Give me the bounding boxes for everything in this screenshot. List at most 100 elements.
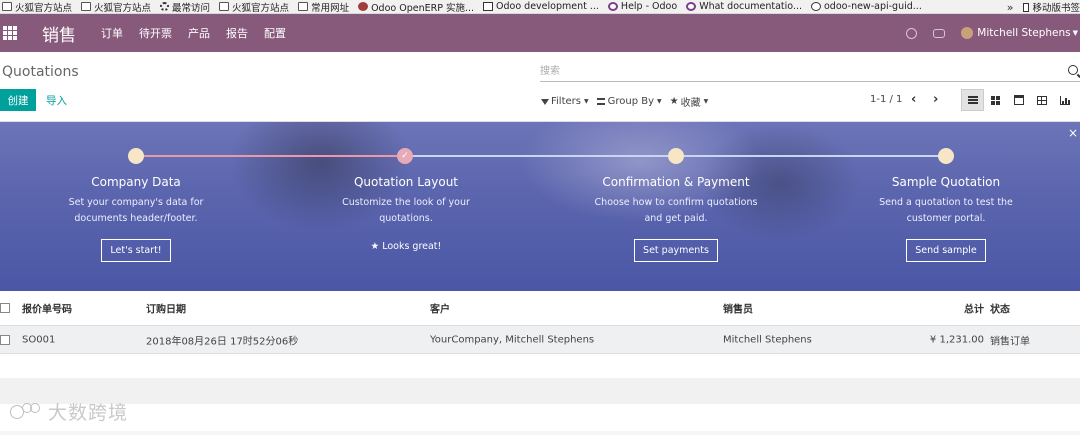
bookmarks-right: » 移动版书签 [1000, 0, 1080, 14]
ring-icon [607, 2, 618, 11]
kanban-view-button[interactable] [984, 89, 1007, 111]
bookmark-item[interactable]: Odoo OpenERP 实施... [358, 0, 474, 13]
lets-start-button[interactable]: Let's start! [101, 239, 171, 262]
kanban-icon [990, 95, 1001, 105]
cell-number: SO001 [22, 334, 56, 345]
gear-icon [160, 2, 170, 11]
step-dot [938, 148, 954, 164]
menu-products[interactable]: 产品 [188, 25, 210, 41]
bookmark-item[interactable]: 火狐官方站点 [219, 0, 289, 13]
bar-chart-icon [1059, 95, 1070, 105]
favorites-dropdown[interactable]: ★ 收藏 ▼ [670, 94, 709, 109]
app-brand[interactable]: 销售 [42, 21, 76, 46]
pager-next-icon[interactable]: › [933, 92, 938, 107]
list-view-button[interactable] [961, 89, 984, 111]
table-header: 报价单号码 订购日期 客户 销售员 总计 状态 [0, 291, 1080, 326]
search-icon[interactable] [1068, 65, 1078, 75]
row-checkbox[interactable] [0, 334, 10, 345]
list-icon [967, 96, 978, 104]
groupby-icon [596, 98, 605, 105]
star-icon: ★ [669, 96, 679, 107]
bookmarks-overflow-icon[interactable]: » [1007, 1, 1014, 14]
send-sample-button[interactable]: Send sample [906, 239, 986, 262]
folder-icon [2, 2, 12, 11]
caret-down-icon: ▼ [703, 98, 709, 105]
bookmark-item[interactable]: odoo-new-api-guid... [811, 1, 922, 12]
step-confirmation-payment: Confirmation & Payment Choose how to con… [566, 175, 786, 262]
menu-configuration[interactable]: 配置 [264, 25, 286, 41]
header-total[interactable]: 总计 [964, 301, 984, 316]
header-customer[interactable]: 客户 [430, 301, 450, 316]
close-icon[interactable]: × [1068, 126, 1078, 140]
watermark: 大数跨境 [8, 398, 128, 425]
pivot-icon [1036, 95, 1047, 105]
menu-reporting[interactable]: 报告 [226, 25, 248, 41]
groupby-dropdown[interactable]: Group By ▼ [596, 96, 662, 107]
menu-orders[interactable]: 订单 [101, 25, 123, 41]
odoo-icon [358, 2, 369, 11]
step-title: Quotation Layout [353, 175, 459, 189]
step-quotation-layout: Quotation Layout Customize the look of y… [296, 175, 516, 252]
chat-icon[interactable] [933, 28, 946, 38]
step-description: Choose how to confirm quotations [594, 197, 758, 208]
caret-down-icon: ▼ [657, 98, 662, 105]
user-caret-icon[interactable]: ▼ [1073, 29, 1078, 37]
ring-icon [686, 2, 697, 11]
graph-view-button[interactable] [1053, 89, 1076, 111]
step-done-check-icon: ✓ [397, 148, 413, 164]
cell-status: 销售订单 [990, 336, 1030, 347]
pivot-view-button[interactable] [1030, 89, 1053, 111]
page-title: Quotations [2, 64, 79, 80]
folder-icon [81, 2, 92, 11]
doc-icon [483, 2, 494, 11]
step-sample-quotation: Sample Quotation Send a quotation to tes… [836, 175, 1056, 262]
pager-previous-icon[interactable]: ‹ [911, 92, 916, 107]
select-all-checkbox[interactable] [0, 303, 10, 313]
looks-great-label: ★ Looks great! [370, 241, 442, 252]
bookmark-item[interactable]: What documentatio... [686, 1, 802, 12]
table-row[interactable]: SO001 2018年08月26日 17时52分06秒 YourCompany,… [0, 326, 1080, 354]
bookmark-item[interactable]: 火狐官方站点 [81, 0, 151, 13]
control-panel: Quotations 创建 导入 Filters▼ Group By▼ ★收藏▼… [0, 52, 1080, 122]
pager-value[interactable]: 1-1 / 1 [870, 94, 902, 105]
import-button[interactable]: 导入 [46, 89, 67, 111]
step-description: and get paid. [644, 213, 708, 224]
step-dot [668, 148, 684, 164]
bookmark-item[interactable]: 常用网址 [298, 0, 349, 13]
step-title: Sample Quotation [891, 175, 1001, 189]
step-description: customer portal. [906, 213, 986, 224]
filters-dropdown[interactable]: Filters ▼ [541, 96, 589, 107]
quotations-table: 报价单号码 订购日期 客户 销售员 总计 状态 SO001 2018年08月26… [0, 291, 1080, 431]
user-name[interactable]: Mitchell Stephens [977, 27, 1070, 39]
step-description: quotations. [379, 213, 433, 224]
step-dot [128, 148, 144, 164]
apps-grid-icon[interactable] [3, 26, 17, 40]
step-title: Company Data [91, 175, 181, 189]
empty-row [0, 378, 1080, 404]
view-switcher [961, 89, 1076, 111]
folder-icon [298, 2, 309, 11]
menu-to-invoice[interactable]: 待开票 [139, 25, 172, 41]
onboarding-banner: × ✓ Company Data Set your company's data… [0, 122, 1080, 291]
filter-icon [541, 98, 549, 105]
navbar-right: Mitchell Stephens ▼ [906, 14, 1080, 52]
create-button[interactable]: 创建 [0, 89, 36, 111]
step-title: Confirmation & Payment [602, 175, 750, 189]
empty-row [0, 354, 1080, 378]
set-payments-button[interactable]: Set payments [634, 239, 718, 262]
mobile-bookmarks[interactable]: 移动版书签 [1023, 0, 1080, 13]
header-order-date[interactable]: 订购日期 [146, 301, 186, 316]
search-input[interactable] [540, 62, 1050, 80]
bookmark-item[interactable]: Odoo development ... [483, 1, 599, 12]
bookmark-item[interactable]: Help - Odoo [607, 1, 677, 12]
header-salesperson[interactable]: 销售员 [723, 301, 753, 316]
activity-clock-icon[interactable] [906, 27, 918, 39]
calendar-view-button[interactable] [1007, 89, 1030, 111]
calendar-icon [1013, 95, 1024, 105]
header-number[interactable]: 报价单号码 [22, 301, 72, 316]
avatar[interactable] [961, 27, 974, 39]
step-company-data: Company Data Set your company's data for… [26, 175, 246, 262]
bookmark-item[interactable]: 火狐官方站点 [2, 0, 72, 13]
header-status[interactable]: 状态 [990, 301, 1010, 316]
bookmark-item[interactable]: 最常访问 [160, 0, 210, 13]
